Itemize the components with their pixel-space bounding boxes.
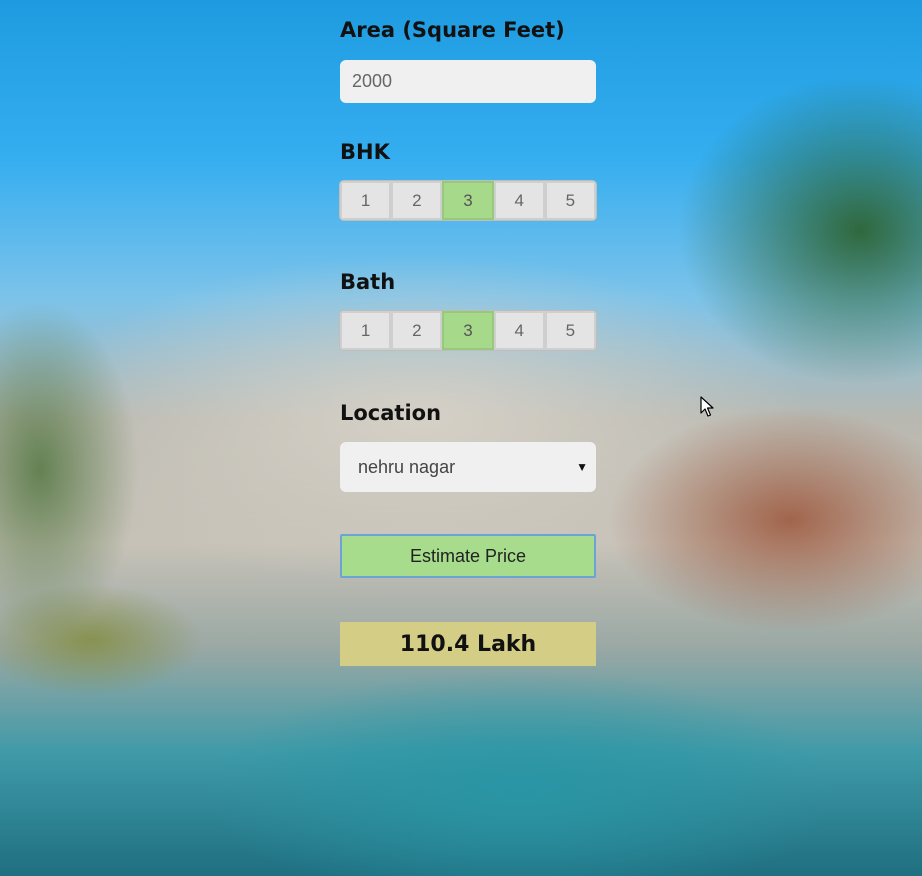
bath-option-4[interactable]: 4 (493, 311, 545, 350)
dropdown-arrow-icon: ▼ (576, 460, 588, 474)
bhk-option-1[interactable]: 1 (340, 181, 392, 220)
bath-option-5[interactable]: 5 (544, 311, 596, 350)
location-selected-value: nehru nagar (358, 456, 456, 477)
bath-option-2[interactable]: 2 (391, 311, 443, 350)
estimated-price-result: 110.4 Lakh (340, 622, 596, 666)
bhk-option-2[interactable]: 2 (391, 181, 443, 220)
location-select[interactable]: nehru nagar ▼ (340, 442, 596, 492)
bhk-option-3[interactable]: 3 (442, 181, 494, 220)
bhk-label: BHK (340, 140, 390, 164)
area-input[interactable]: 2000 (340, 60, 596, 103)
bath-selector: 1 2 3 4 5 (340, 311, 596, 350)
location-label: Location (340, 401, 442, 425)
mouse-cursor-icon (700, 396, 714, 417)
bath-option-1[interactable]: 1 (340, 311, 392, 350)
background-image (0, 0, 922, 876)
estimate-price-button[interactable]: Estimate Price (340, 534, 596, 578)
bath-option-3[interactable]: 3 (442, 311, 494, 350)
bhk-option-5[interactable]: 5 (544, 181, 596, 220)
area-label: Area (Square Feet) (340, 18, 565, 42)
bath-label: Bath (340, 270, 396, 294)
bhk-option-4[interactable]: 4 (493, 181, 545, 220)
bhk-selector: 1 2 3 4 5 (340, 181, 596, 220)
